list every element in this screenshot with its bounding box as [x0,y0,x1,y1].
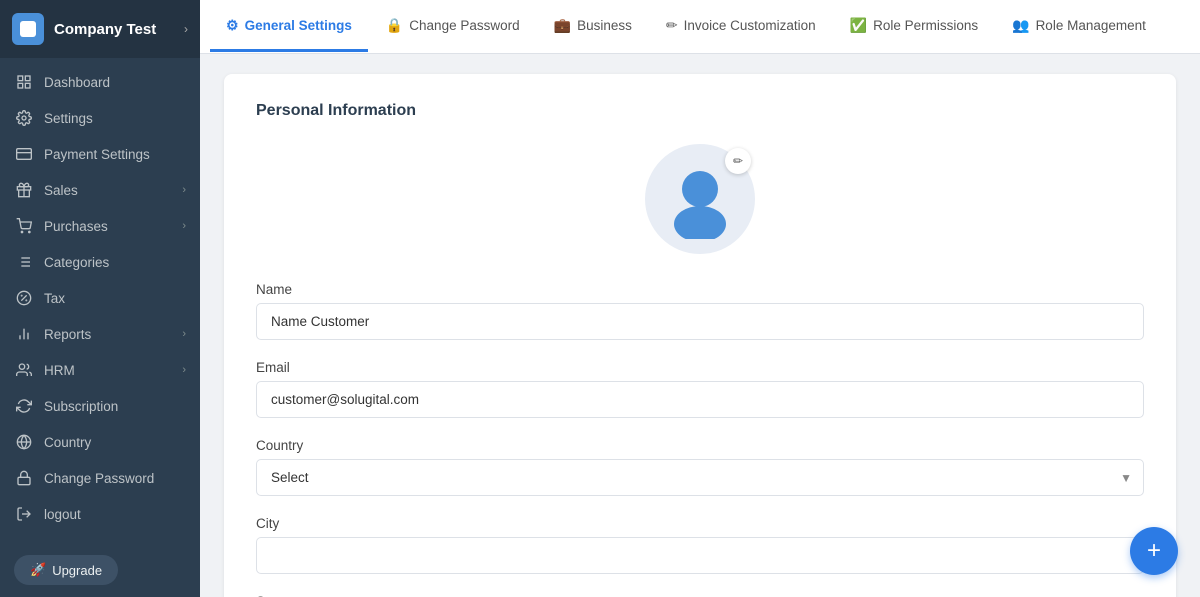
company-name: Company Test [54,21,184,38]
hrm-arrow-icon: › [182,364,186,376]
avatar-svg [660,159,740,239]
sidebar-item-label-purchases: Purchases [44,219,182,234]
sidebar-item-subscription[interactable]: Subscription [0,388,200,424]
email-input[interactable] [256,381,1144,418]
sidebar-item-label-categories: Categories [44,255,186,270]
avatar-edit-button[interactable]: ✏ [725,148,751,174]
tab-invoice-label: Invoice Customization [684,18,816,33]
sidebar-upgrade-section: 🚀 Upgrade [0,543,200,597]
country-select-wrapper: Select ▼ [256,459,1144,496]
company-logo [12,13,44,45]
sidebar-item-label-dashboard: Dashboard [44,75,186,90]
sidebar-item-label-settings: Settings [44,111,186,126]
sidebar-item-purchases[interactable]: Purchases › [0,208,200,244]
sidebar-item-hrm[interactable]: HRM › [0,352,200,388]
sidebar-item-sales[interactable]: Sales › [0,172,200,208]
sidebar-item-change-password[interactable]: Change Password [0,460,200,496]
sidebar-item-payment-settings[interactable]: Payment Settings [0,136,200,172]
sidebar-nav: Dashboard Settings Payment Settings Sale… [0,58,200,543]
upgrade-button[interactable]: 🚀 Upgrade [14,555,118,585]
sidebar-item-label-sales: Sales [44,183,182,198]
subscription-icon [14,396,34,416]
sidebar-item-tax[interactable]: Tax [0,280,200,316]
tab-role-permissions[interactable]: ✅ Role Permissions [834,2,994,52]
country-icon [14,432,34,452]
tax-icon [14,288,34,308]
tab-general-settings-label: General Settings [245,18,352,33]
hrm-icon [14,360,34,380]
sidebar-item-label-subscription: Subscription [44,399,186,414]
fab-button[interactable]: + [1130,527,1178,575]
role-permissions-tab-icon: ✅ [850,17,867,34]
tab-change-password-label: Change Password [409,18,519,33]
tab-role-management[interactable]: 👥 Role Management [996,2,1162,52]
top-tabs: ⚙ General Settings 🔒 Change Password 💼 B… [200,0,1200,54]
country-label: Country [256,438,1144,453]
city-group: City [256,516,1144,574]
upgrade-label: Upgrade [52,563,102,578]
main-content: ⚙ General Settings 🔒 Change Password 💼 B… [200,0,1200,597]
tab-business[interactable]: 💼 Business [538,2,648,52]
content-area: Personal Information ✏ Name [200,54,1200,597]
sidebar-item-settings[interactable]: Settings [0,100,200,136]
rocket-icon: 🚀 [30,562,46,578]
sidebar-chevron-icon: › [184,22,188,36]
change-password-icon [14,468,34,488]
sidebar-item-dashboard[interactable]: Dashboard [0,64,200,100]
sidebar: Company Test › Dashboard Settings Paymen… [0,0,200,597]
sidebar-item-reports[interactable]: Reports › [0,316,200,352]
sidebar-header: Company Test › [0,0,200,58]
tab-role-permissions-label: Role Permissions [873,18,978,33]
email-group: Email [256,360,1144,418]
logout-icon [14,504,34,524]
sidebar-item-categories[interactable]: Categories [0,244,200,280]
settings-icon [14,108,34,128]
sales-arrow-icon: › [182,184,186,196]
city-label: City [256,516,1144,531]
tab-invoice-customization[interactable]: ✏ Invoice Customization [650,2,832,52]
categories-icon [14,252,34,272]
role-management-tab-icon: 👥 [1012,17,1029,34]
purchases-arrow-icon: › [182,220,186,232]
city-input[interactable] [256,537,1144,574]
sidebar-item-label-payment-settings: Payment Settings [44,147,186,162]
sidebar-item-label-reports: Reports [44,327,182,342]
payment-settings-icon [14,144,34,164]
tab-business-label: Business [577,18,632,33]
invoice-tab-icon: ✏ [666,17,678,34]
sidebar-item-label-tax: Tax [44,291,186,306]
country-select[interactable]: Select [256,459,1144,496]
sidebar-item-label-change-password: Change Password [44,471,186,486]
general-settings-tab-icon: ⚙ [226,17,239,34]
sidebar-item-label-country: Country [44,435,186,450]
reports-icon [14,324,34,344]
dashboard-icon [14,72,34,92]
personal-info-card: Personal Information ✏ Name [224,74,1176,597]
country-group: Country Select ▼ [256,438,1144,496]
sidebar-item-label-logout: logout [44,507,186,522]
business-tab-icon: 💼 [554,17,571,34]
tab-change-password[interactable]: 🔒 Change Password [370,2,536,52]
reports-arrow-icon: › [182,328,186,340]
change-password-tab-icon: 🔒 [386,17,403,34]
personal-info-title: Personal Information [256,102,1144,120]
sales-icon [14,180,34,200]
name-group: Name [256,282,1144,340]
avatar-wrapper: ✏ [645,144,755,254]
avatar-section: ✏ [256,144,1144,254]
sidebar-item-country[interactable]: Country [0,424,200,460]
sidebar-item-logout[interactable]: logout [0,496,200,532]
tab-general-settings[interactable]: ⚙ General Settings [210,2,368,52]
name-label: Name [256,282,1144,297]
email-label: Email [256,360,1144,375]
tab-role-management-label: Role Management [1036,18,1146,33]
sidebar-item-label-hrm: HRM [44,363,182,378]
purchases-icon [14,216,34,236]
name-input[interactable] [256,303,1144,340]
